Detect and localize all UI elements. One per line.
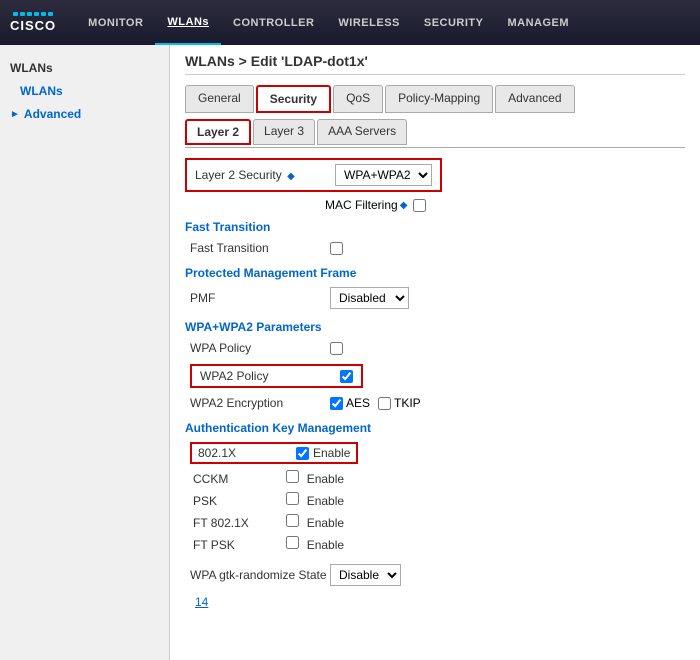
fast-transition-checkbox[interactable] [330,242,343,255]
sidebar-item-advanced[interactable]: ► Advanced [0,101,169,127]
cckm-enable: Enable [307,472,344,486]
encryption-options: AES TKIP [330,396,421,410]
ft80211x-enable: Enable [307,516,344,530]
nav-wireless[interactable]: WIRELESS [326,0,411,45]
sub-tab-layer3[interactable]: Layer 3 [253,119,315,145]
aes-checkbox[interactable] [330,397,343,410]
auth-row-psk: PSK Enable [185,489,685,511]
80211x-highlighted: 802.1X Enable [190,442,358,464]
80211x-label: 802.1X [198,446,288,460]
auth-row-ft80211x: FT 802.1X Enable [185,511,685,533]
psk-enable: Enable [307,494,344,508]
aes-option: AES [330,396,370,410]
topbar: CISCO MONITOR WLANs CONTROLLER WIRELESS … [0,0,700,45]
wpa-gtk-label: WPA gtk-randomize State [190,568,330,582]
cisco-logo: CISCO [10,12,56,33]
tkip-option: TKIP [378,396,421,410]
tab-qos[interactable]: QoS [333,85,383,113]
page-layout: WLANs WLANs ► Advanced WLANs > Edit 'LDA… [0,45,700,660]
sub-tab-layer2[interactable]: Layer 2 [185,119,251,145]
tkip-checkbox[interactable] [378,397,391,410]
wpa2-policy-row: WPA2 Policy [190,364,363,388]
psk-label: PSK [193,494,273,508]
ftpsk-label: FT PSK [193,538,273,552]
pmf-select[interactable]: Disabled Optional Required [330,287,409,309]
ftpsk-enable: Enable [307,538,344,552]
fast-transition-section: Fast Transition Fast Transition [185,220,685,258]
wpa2-policy-checkbox[interactable] [340,370,353,383]
sidebar-item-wlans[interactable]: WLANs [0,81,169,101]
nav-items: MONITOR WLANs CONTROLLER WIRELESS SECURI… [76,0,581,45]
psk-checkbox[interactable] [286,492,299,505]
sub-tabs: Layer 2 Layer 3 AAA Servers [185,119,685,148]
fast-transition-row: Fast Transition [185,238,685,258]
main-content: WLANs > Edit 'LDAP-dot1x' General Securi… [170,45,700,660]
nav-security[interactable]: SECURITY [412,0,496,45]
number-link-row: 14 [185,595,685,609]
wpa-policy-row: WPA Policy [185,338,685,358]
nav-wlans[interactable]: WLANs [155,0,221,45]
auth-row-cckm: CCKM Enable [185,467,685,489]
mac-filtering-row: MAC Filtering ◆ [325,198,685,212]
sidebar-section-title: WLANs [0,55,169,81]
ft80211x-label: FT 802.1X [193,516,273,530]
number-link[interactable]: 14 [195,595,208,609]
cckm-checkbox[interactable] [286,470,299,483]
cisco-brand: CISCO [10,18,56,33]
auth-row-ftpsk: FT PSK Enable [185,533,685,555]
fast-transition-label: Fast Transition [190,241,330,255]
auth-row-80211x: 802.1X Enable [185,439,685,467]
tab-general[interactable]: General [185,85,254,113]
wpa-gtk-row: WPA gtk-randomize State Disable Enable [185,561,685,589]
page-title: WLANs > Edit 'LDAP-dot1x' [185,53,685,75]
aes-label: AES [346,396,370,410]
nav-management[interactable]: MANAGEM [496,0,582,45]
mac-filtering-label: MAC Filtering [325,198,398,212]
mac-filtering-help-icon[interactable]: ◆ [400,200,408,211]
wpa2-encryption-label: WPA2 Encryption [190,396,330,410]
sidebar: WLANs WLANs ► Advanced [0,45,170,660]
wpa-policy-label: WPA Policy [190,341,330,355]
80211x-enable: Enable [313,446,350,460]
mac-filtering-checkbox[interactable] [413,199,426,212]
cckm-label: CCKM [193,472,273,486]
advanced-arrow-icon: ► [10,109,20,120]
layer2-security-row: Layer 2 Security ◆ WPA+WPA2 None WPA3 80… [185,158,442,192]
wpa-params-section: WPA+WPA2 Parameters WPA Policy WPA2 Poli… [185,320,685,413]
sidebar-advanced-label: Advanced [24,107,81,121]
pmf-row: PMF Disabled Optional Required [185,284,685,312]
layer2-security-label: Layer 2 Security ◆ [195,168,335,182]
fast-transition-title: Fast Transition [185,220,685,234]
tkip-label: TKIP [394,396,421,410]
ftpsk-checkbox[interactable] [286,536,299,549]
ft80211x-checkbox[interactable] [286,514,299,527]
nav-monitor[interactable]: MONITOR [76,0,155,45]
cisco-dots [13,12,53,16]
auth-table: 802.1X Enable CCKM Enable [185,439,685,555]
pmf-title: Protected Management Frame [185,266,685,280]
80211x-checkbox[interactable] [296,447,309,460]
layer2-security-select[interactable]: WPA+WPA2 None WPA3 802.1X Static WEP [335,164,432,186]
tab-advanced[interactable]: Advanced [495,85,574,113]
wpa2-encryption-row: WPA2 Encryption AES TKIP [185,393,685,413]
tab-policy-mapping[interactable]: Policy-Mapping [385,85,493,113]
main-tabs: General Security QoS Policy-Mapping Adva… [185,85,685,113]
wpa2-policy-label: WPA2 Policy [200,369,340,383]
pmf-section: Protected Management Frame PMF Disabled … [185,266,685,312]
layer2-security-help-icon[interactable]: ◆ [287,171,295,182]
auth-key-title: Authentication Key Management [185,421,685,435]
nav-controller[interactable]: CONTROLLER [221,0,326,45]
auth-key-section: Authentication Key Management 802.1X Ena… [185,421,685,609]
tab-security[interactable]: Security [256,85,331,113]
sub-tab-aaa[interactable]: AAA Servers [317,119,407,145]
wpa-policy-checkbox[interactable] [330,342,343,355]
wpa-gtk-select[interactable]: Disable Enable [330,564,401,586]
wpa-params-title: WPA+WPA2 Parameters [185,320,685,334]
pmf-label: PMF [190,291,330,305]
